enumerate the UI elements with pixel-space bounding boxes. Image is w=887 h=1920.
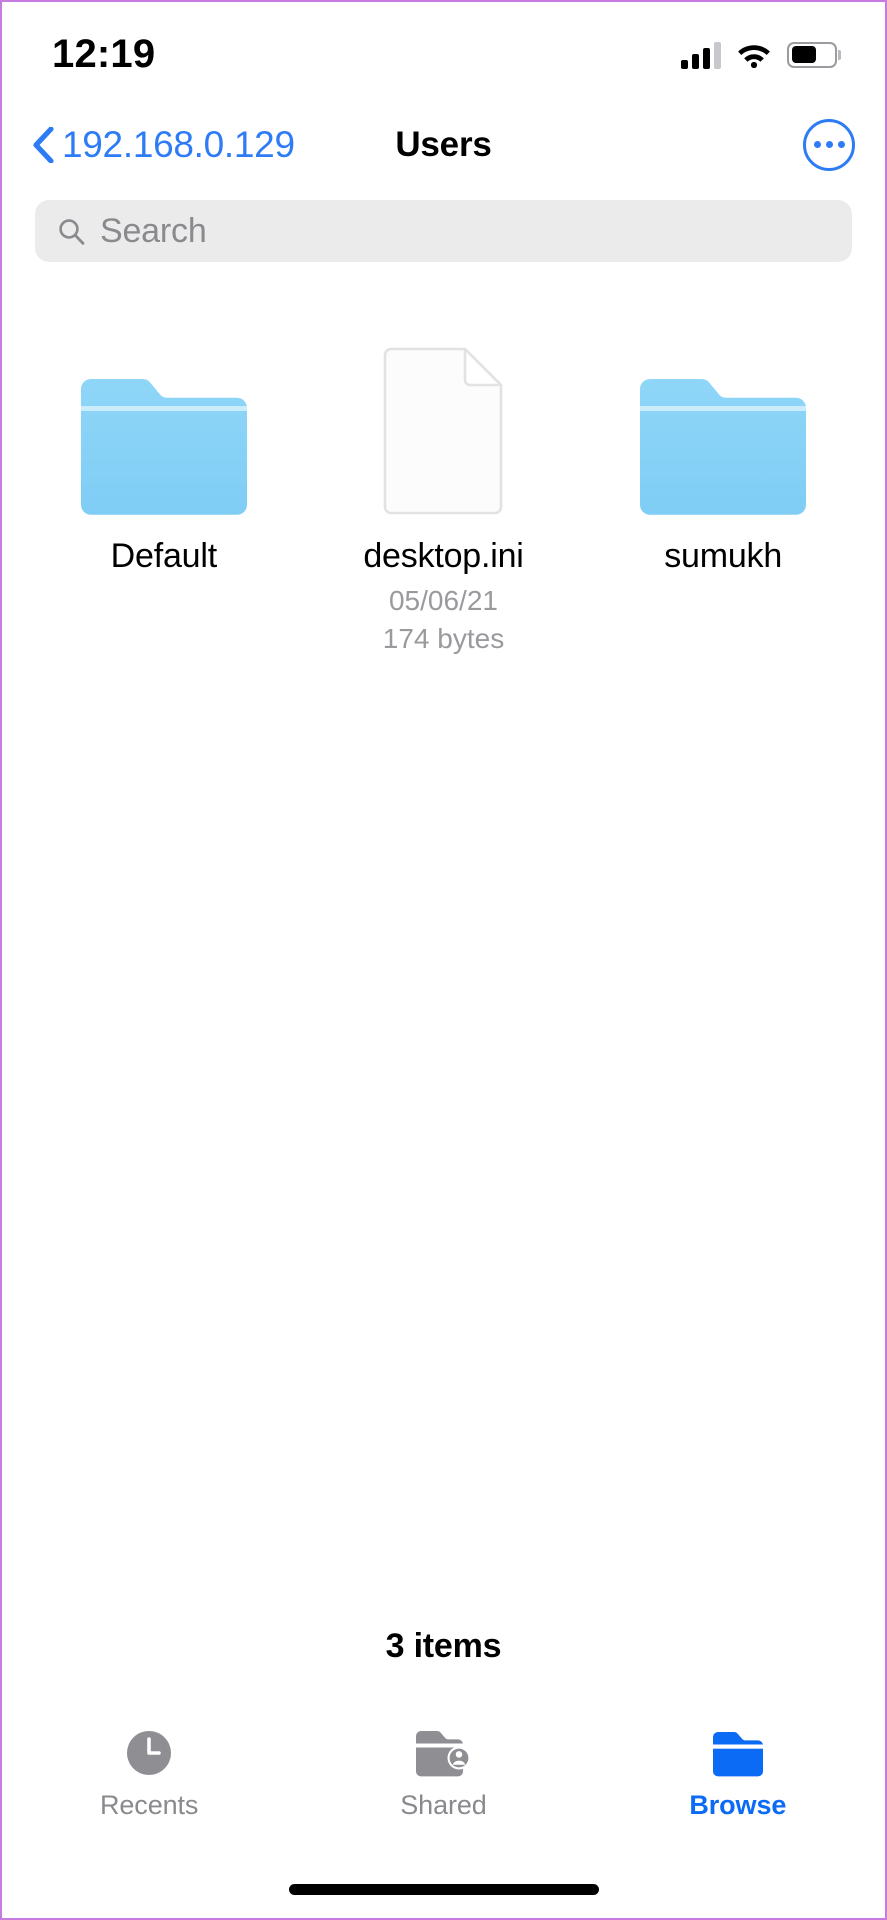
file-size: 174 bytes	[382, 622, 505, 654]
folder-icon	[80, 379, 247, 515]
search-icon	[59, 218, 85, 245]
folder-filled-icon	[711, 1726, 765, 1780]
folder-person-icon	[414, 1726, 472, 1780]
tab-shared[interactable]: Shared	[296, 1726, 590, 1821]
folder-icon	[640, 379, 807, 515]
tab-label: Shared	[400, 1790, 487, 1820]
tab-label: Browse	[689, 1790, 787, 1820]
icon-container	[80, 320, 247, 515]
phone-screen: 12:19 192.168.0.129 Users Search Default…	[0, 0, 887, 1920]
tab-bar: Recents Shared Browse	[2, 1712, 885, 1860]
icon-container	[379, 320, 507, 515]
file-grid: Default desktop.ini 05/06/21 174 bytes s…	[2, 262, 885, 1627]
tab-label: Recents	[99, 1790, 199, 1820]
wifi-icon	[738, 44, 770, 68]
file-grid-item[interactable]: desktop.ini 05/06/21 174 bytes	[304, 320, 584, 658]
file-grid-item[interactable]: sumukh	[583, 320, 863, 658]
file-name: desktop.ini	[363, 537, 524, 575]
navigation-bar: 192.168.0.129 Users	[2, 107, 885, 182]
item-count-label: 3 items	[385, 1627, 502, 1665]
file-grid-item[interactable]: Default	[24, 320, 304, 658]
search-input[interactable]: Search	[35, 200, 852, 262]
file-name: sumukh	[664, 537, 783, 575]
search-placeholder: Search	[100, 211, 207, 250]
file-date: 05/06/21	[388, 585, 498, 617]
status-bar-icons	[681, 41, 841, 69]
status-bar: 12:19	[2, 2, 885, 107]
document-icon	[384, 347, 503, 515]
icon-container	[640, 320, 807, 515]
clock-icon	[123, 1726, 175, 1780]
battery-icon	[787, 41, 841, 68]
tab-recents[interactable]: Recents	[2, 1726, 296, 1821]
home-indicator[interactable]	[288, 1883, 599, 1895]
cellular-signal-icon	[681, 41, 721, 69]
file-name: Default	[110, 537, 218, 575]
back-button[interactable]: 192.168.0.129	[32, 124, 295, 166]
tab-browse[interactable]: Browse	[591, 1726, 885, 1821]
home-indicator-container	[2, 1860, 885, 1918]
file-meta: 05/06/21 174 bytes	[383, 582, 504, 658]
chevron-left-icon	[33, 126, 54, 163]
search-bar-container: Search	[2, 182, 885, 262]
status-bar-clock: 12:19	[52, 32, 156, 76]
ellipsis-circle-icon[interactable]	[803, 118, 855, 171]
back-button-label: 192.168.0.129	[62, 123, 295, 165]
